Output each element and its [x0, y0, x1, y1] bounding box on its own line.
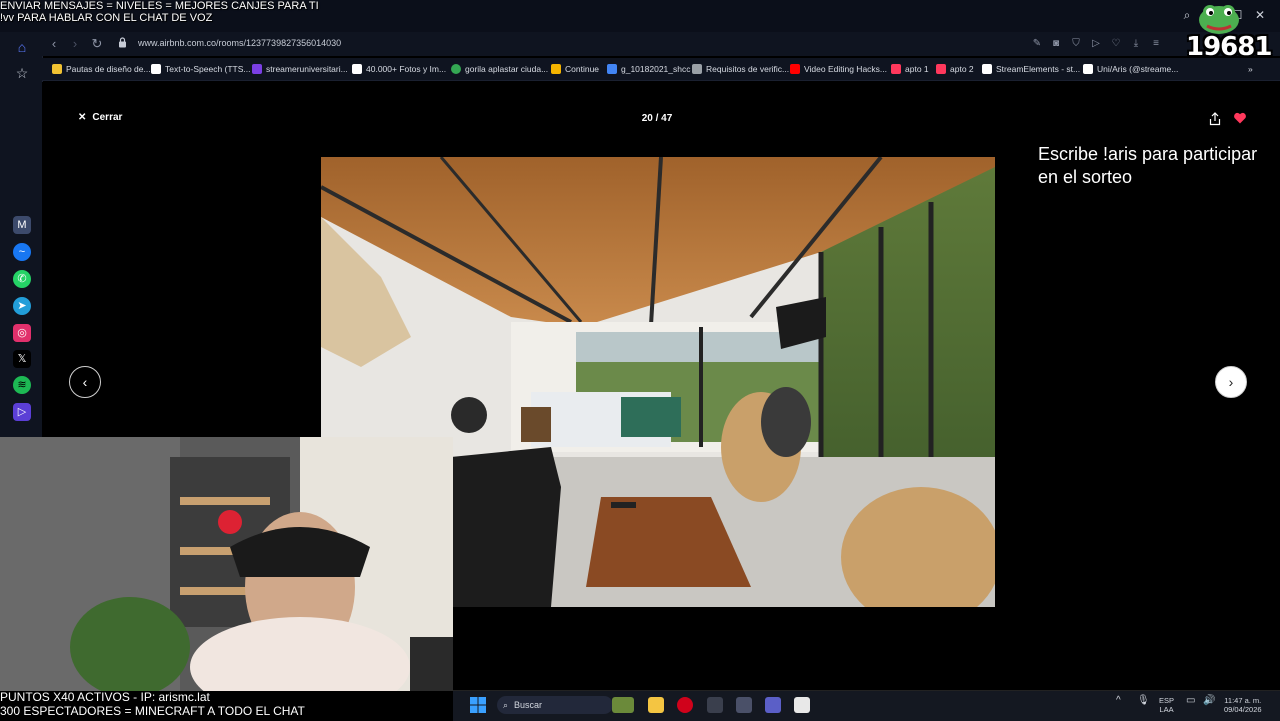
bookmark-item[interactable]: apto 2	[936, 62, 974, 76]
opera-icon[interactable]	[677, 697, 693, 713]
app-icon[interactable]	[707, 697, 723, 713]
bookmark-icon	[551, 64, 561, 74]
bookmark-icon	[982, 64, 992, 74]
heart-icon[interactable]	[1233, 111, 1247, 125]
bookmark-icon	[252, 64, 262, 74]
bookmark-item[interactable]: streameruniversitari...	[252, 62, 348, 76]
app-icon[interactable]	[736, 697, 752, 713]
play-icon[interactable]: ▷	[1088, 36, 1104, 52]
shield-icon[interactable]: ⛉	[1068, 36, 1084, 52]
whatsapp-icon[interactable]: ✆	[13, 270, 31, 288]
file-explorer-icon[interactable]	[648, 697, 664, 713]
follower-count-badge: 19681	[1186, 32, 1272, 62]
language-indicator[interactable]: ESP LAA	[1159, 696, 1174, 714]
bookmark-icon	[936, 64, 946, 74]
bookmark-icon	[692, 64, 702, 74]
stream-overlay-top: ENVIAR MENSAJES = NIVELES = MEJORES CANJ…	[0, 0, 319, 24]
overlay-top-line2: !vv PARA HABLAR CON EL CHAT DE VOZ	[0, 12, 213, 24]
store-icon[interactable]	[794, 697, 810, 713]
download-icon[interactable]: ⤓	[1128, 36, 1144, 52]
back-icon[interactable]: ‹	[46, 36, 62, 52]
bookmark-item[interactable]: Pautas de diseño de...	[52, 62, 151, 76]
photo-counter: 20 / 47	[641, 113, 673, 124]
webcam-feed	[0, 437, 453, 691]
volume-icon[interactable]: 🔊	[1203, 696, 1215, 706]
edit-icon[interactable]: ✎	[1029, 36, 1045, 52]
bookmark-item[interactable]: Video Editing Hacks...	[790, 62, 887, 76]
x-icon[interactable]: 𝕏	[13, 350, 31, 368]
telegram-icon[interactable]: ➤	[13, 297, 31, 315]
forward-icon[interactable]: ›	[67, 36, 83, 52]
giveaway-overlay-text: Escribe !aris para participar en el sort…	[1038, 144, 1258, 187]
messenger-icon[interactable]: ~	[13, 243, 31, 261]
spotify-icon[interactable]: ≋	[13, 376, 31, 394]
teams-icon[interactable]	[765, 697, 781, 713]
share-icon[interactable]	[1209, 112, 1221, 126]
bookmark-icon	[151, 64, 161, 74]
gmail-icon[interactable]: M	[13, 216, 31, 234]
address-input[interactable]: www.airbnb.com.co/rooms/1237739827356014…	[138, 38, 341, 48]
bookmark-icon	[790, 64, 800, 74]
bookmark-item[interactable]: Requisitos de verific...	[692, 62, 789, 76]
heart-outline-icon[interactable]: ♡	[1108, 36, 1124, 52]
bookmark-icon	[607, 64, 617, 74]
network-icon[interactable]: ▭	[1186, 696, 1195, 706]
search-icon[interactable]: ⌕	[1180, 8, 1194, 22]
bookmark-icon	[891, 64, 901, 74]
bookmark-item[interactable]: g_10182021_shcc	[607, 62, 690, 76]
bookmark-icon	[451, 64, 461, 74]
close-button[interactable]: ✕ Cerrar	[78, 112, 122, 123]
overlay-top-line1: ENVIAR MENSAJES = NIVELES = MEJORES CANJ…	[0, 0, 319, 12]
bookmark-icon	[52, 64, 62, 74]
stream-overlay-bottom: PUNTOS X40 ACTIVOS - IP: arismc.lat 300 …	[0, 690, 305, 718]
home-icon[interactable]: ⌂	[13, 38, 31, 56]
previous-photo-button[interactable]: ‹	[69, 366, 101, 398]
reload-icon[interactable]: ↻	[89, 36, 105, 52]
taskbar-search[interactable]: ⌕ Buscar	[497, 696, 613, 714]
menu-icon[interactable]: ≡	[1148, 36, 1164, 52]
close-icon: ✕	[78, 112, 87, 123]
microphone-icon[interactable]: 🎙	[1137, 696, 1150, 706]
frog-emote-icon	[1199, 5, 1239, 34]
close-window-icon[interactable]: ✕	[1253, 8, 1267, 22]
bookmark-item[interactable]: Uni/Aris (@streame...	[1083, 62, 1178, 76]
star-icon[interactable]: ☆	[13, 64, 31, 82]
bookmark-icon	[1083, 64, 1093, 74]
bookmark-item[interactable]: 40.000+ Fotos y Im...	[352, 62, 446, 76]
overlay-bottom-line2: 300 ESPECTADORES = MINECRAFT A TODO EL C…	[0, 704, 305, 718]
bookmark-item[interactable]: Text-to-Speech (TTS...	[151, 62, 251, 76]
bookmark-item[interactable]: StreamElements - st...	[982, 62, 1080, 76]
clock[interactable]: 11:47 a. m. 09/04/2026	[1224, 696, 1262, 714]
bookmark-icon	[352, 64, 362, 74]
tray-overflow-icon[interactable]: ^	[1116, 696, 1121, 706]
next-photo-button[interactable]: ›	[1215, 366, 1247, 398]
widgets-icon[interactable]	[612, 697, 634, 713]
bookmark-item[interactable]: gorila aplastar ciuda...	[451, 62, 548, 76]
bookmark-item[interactable]: apto 1	[891, 62, 929, 76]
player-icon[interactable]: ▷	[13, 403, 31, 421]
lock-icon	[119, 37, 126, 48]
windows-start-icon[interactable]	[470, 697, 486, 713]
bookmarks-overflow-icon[interactable]: »	[1248, 62, 1253, 76]
overlay-bottom-line1: PUNTOS X40 ACTIVOS - IP: arismc.lat	[0, 690, 210, 704]
search-icon: ⌕	[503, 699, 509, 710]
instagram-icon[interactable]: ◎	[13, 324, 31, 342]
camera-icon[interactable]: ◙	[1048, 36, 1064, 52]
bookmark-item[interactable]: Continue	[551, 62, 599, 76]
